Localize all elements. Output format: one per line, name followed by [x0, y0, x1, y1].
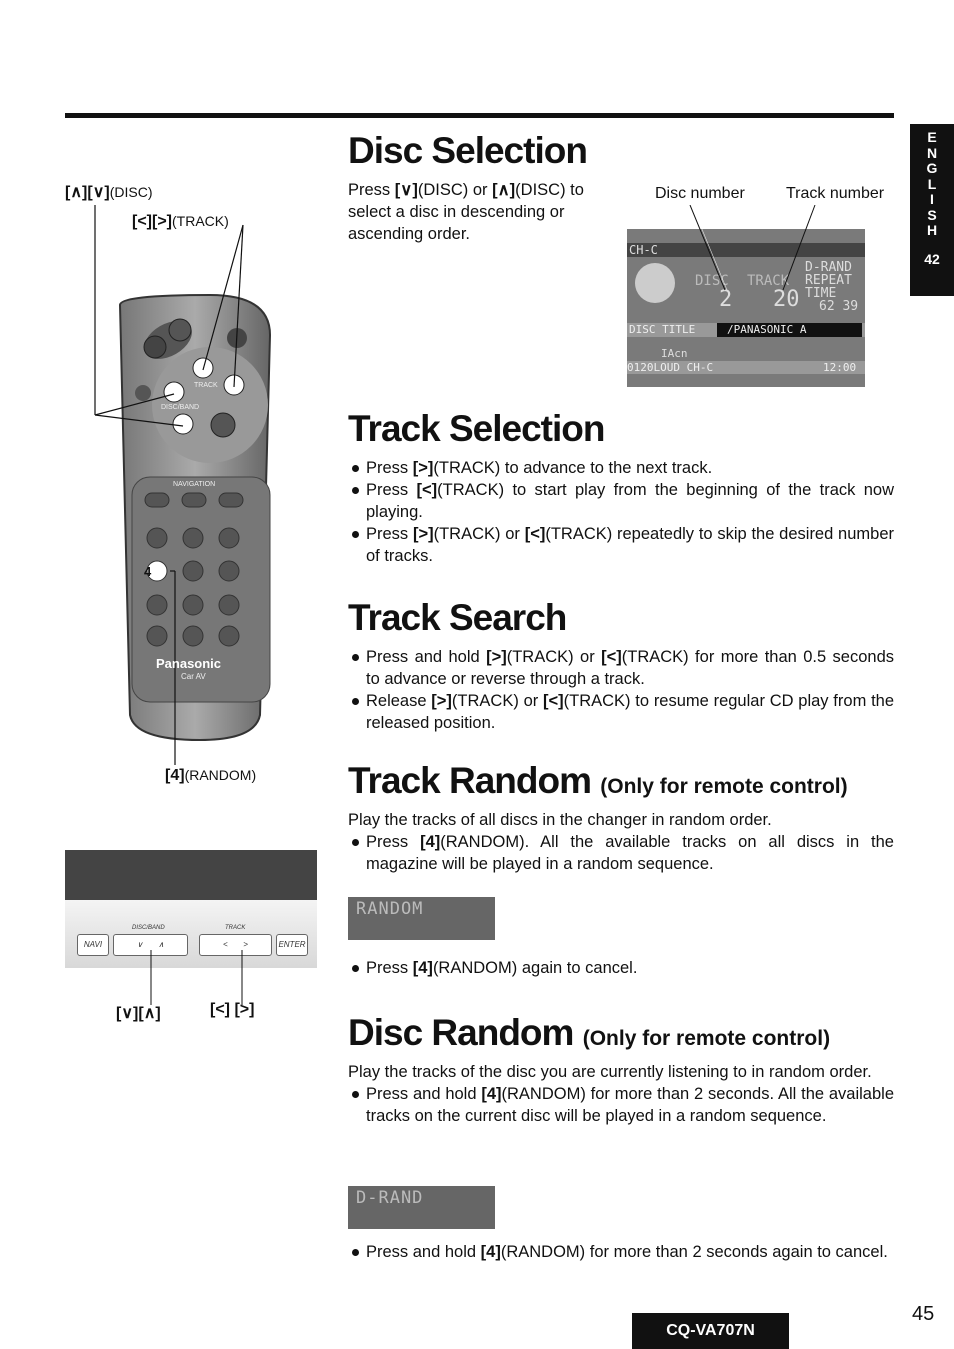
list-item: Press [4](RANDOM). All the available tra… — [348, 831, 894, 875]
top-rule — [65, 113, 894, 118]
head-unit-display — [65, 850, 317, 900]
remote-brand: Panasonic — [156, 656, 222, 671]
list-item: Press [4](RANDOM) again to cancel. — [348, 957, 894, 979]
d-rand-lcd: D-RAND — [348, 1186, 495, 1229]
button-4-label: 4 — [144, 564, 152, 579]
panel-callout-lines — [150, 950, 243, 1005]
disc-band-label: DISC/BAND — [161, 404, 200, 411]
lang-letter: I — [930, 191, 934, 207]
panel-disc-band-label: DISC/BAND — [132, 925, 165, 931]
volume-down-button[interactable] — [143, 335, 167, 359]
disc-random-heading: Disc Random (Only for remote control) — [348, 1012, 831, 1053]
panel-track-label: TRACK — [225, 925, 246, 931]
disc-random-cancel: Press and hold [4](RANDOM) for more than… — [348, 1241, 894, 1263]
disc-up-button[interactable] — [163, 381, 185, 403]
track-selection-list: Press [>](TRACK) to advance to the next … — [348, 457, 894, 567]
mute-button[interactable] — [135, 385, 151, 401]
track-search-list: Press and hold [>](TRACK) or [<](TRACK) … — [348, 646, 894, 734]
track-random-cancel: Press [4](RANDOM) again to cancel. — [348, 957, 894, 979]
track-search-heading: Track Search — [348, 597, 567, 638]
list-item: Press [>](TRACK) to advance to the next … — [348, 457, 894, 479]
lang-letter: N — [926, 144, 938, 161]
list-item: Release [>](TRACK) or [<](TRACK) to resu… — [348, 690, 894, 734]
list-item: Press [>](TRACK) or [<](TRACK) repeatedl… — [348, 523, 894, 567]
random-lcd: RANDOM — [348, 897, 495, 940]
track-label: TRACK — [194, 382, 218, 389]
disc-selection-heading: Disc Selection — [348, 130, 588, 171]
panel-callout-disc: [∨][∧] — [116, 1005, 161, 1022]
disc-selection-text: Press [∨](DISC) or [∧](DISC) to select a… — [348, 181, 584, 243]
disc-icon — [635, 263, 675, 303]
lang-letter: L — [927, 175, 937, 192]
lang-letter: S — [927, 206, 937, 223]
track-random-body: Play the tracks of all discs in the chan… — [348, 811, 894, 875]
language-tab: E N G L I S H 42 — [910, 124, 954, 296]
track-selection-heading: Track Selection — [348, 408, 605, 449]
track-random-heading: Track Random (Only for remote control) — [348, 760, 848, 801]
enter-button[interactable] — [210, 412, 236, 438]
disc-random-body: Play the tracks of the disc you are curr… — [348, 1063, 895, 1127]
navigation-label: NAVIGATION — [173, 481, 216, 488]
lang-letter: H — [926, 222, 938, 238]
panel-callout-track: [<] [>] — [210, 1001, 255, 1018]
list-item: Press and hold [4](RANDOM) for more than… — [348, 1241, 894, 1263]
disc-down-button[interactable] — [172, 413, 194, 435]
lang-tab-page: 42 — [924, 250, 940, 267]
list-item: Press and hold [4](RANDOM) for more than… — [348, 1083, 894, 1127]
screen-callout-lines — [689, 205, 816, 291]
lang-letter: E — [927, 129, 937, 145]
remote-brand-sub: Car AV — [181, 672, 206, 681]
volume-up-button[interactable] — [168, 318, 192, 342]
page-number: 45 — [912, 1303, 935, 1325]
disc-number-label: Disc number — [655, 185, 745, 202]
model-badge: CQ-VA707N — [632, 1313, 789, 1349]
track-number-label: Track number — [786, 185, 885, 202]
lang-letter: G — [926, 160, 938, 176]
list-item: Press and hold [>](TRACK) or [<](TRACK) … — [348, 646, 894, 690]
list-item: Press [<](TRACK) to start play from the … — [348, 479, 894, 523]
